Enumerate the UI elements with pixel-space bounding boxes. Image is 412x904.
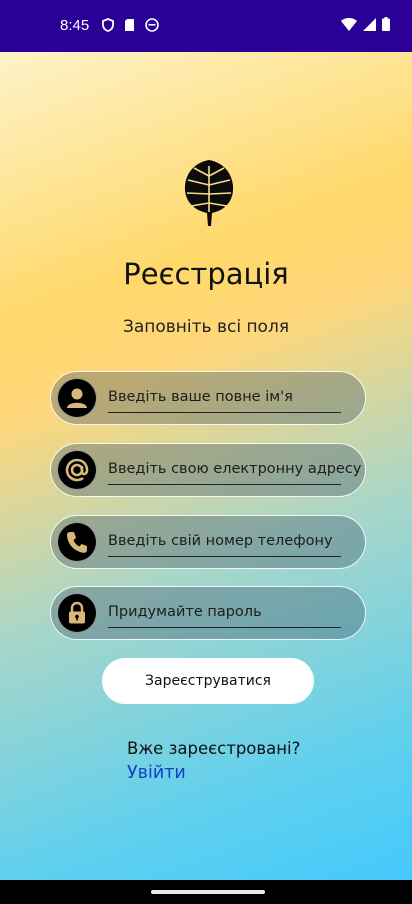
sd-card-icon xyxy=(125,19,134,31)
input-underline xyxy=(108,484,341,485)
phone-placeholder: Введіть свій номер телефону xyxy=(108,533,333,549)
lock-icon xyxy=(57,593,97,633)
android-icon xyxy=(145,18,159,32)
email-field[interactable]: Введіть свою електронну адресу xyxy=(50,443,366,497)
full-name-field[interactable]: Введіть ваше повне ім'я xyxy=(50,371,366,425)
signal-icon xyxy=(363,17,376,31)
login-link[interactable]: Увійти xyxy=(127,763,186,783)
password-field[interactable]: Придумайте пароль xyxy=(50,586,366,640)
monstera-leaf-icon xyxy=(184,160,234,226)
status-right-icons xyxy=(341,17,390,31)
status-time: 8:45 xyxy=(60,17,90,34)
navigation-bar xyxy=(0,880,412,904)
input-underline xyxy=(108,412,341,413)
wifi-icon xyxy=(341,17,357,31)
register-button[interactable]: Зареєструватися xyxy=(102,658,314,704)
person-icon xyxy=(57,378,97,418)
full-name-placeholder: Введіть ваше повне ім'я xyxy=(108,389,293,405)
password-placeholder: Придумайте пароль xyxy=(108,604,262,620)
email-placeholder: Введіть свою електронну адресу xyxy=(108,461,362,477)
phone-field[interactable]: Введіть свій номер телефону xyxy=(50,515,366,569)
registration-screen: Реєстрація Заповніть всі поля Введіть ва… xyxy=(0,52,412,880)
home-gesture-handle[interactable] xyxy=(151,890,265,894)
page-title: Реєстрація xyxy=(123,257,289,291)
already-registered-text: Вже зареєстровані? xyxy=(127,739,301,758)
status-left-icons xyxy=(102,18,159,32)
status-bar: 8:45 xyxy=(0,0,412,52)
page-subtitle: Заповніть всі поля xyxy=(122,317,290,337)
input-underline xyxy=(108,556,341,557)
phone-icon xyxy=(57,522,97,562)
shield-icon xyxy=(102,18,114,32)
at-sign-icon xyxy=(57,450,97,490)
battery-icon xyxy=(382,17,390,31)
input-underline xyxy=(108,627,341,628)
